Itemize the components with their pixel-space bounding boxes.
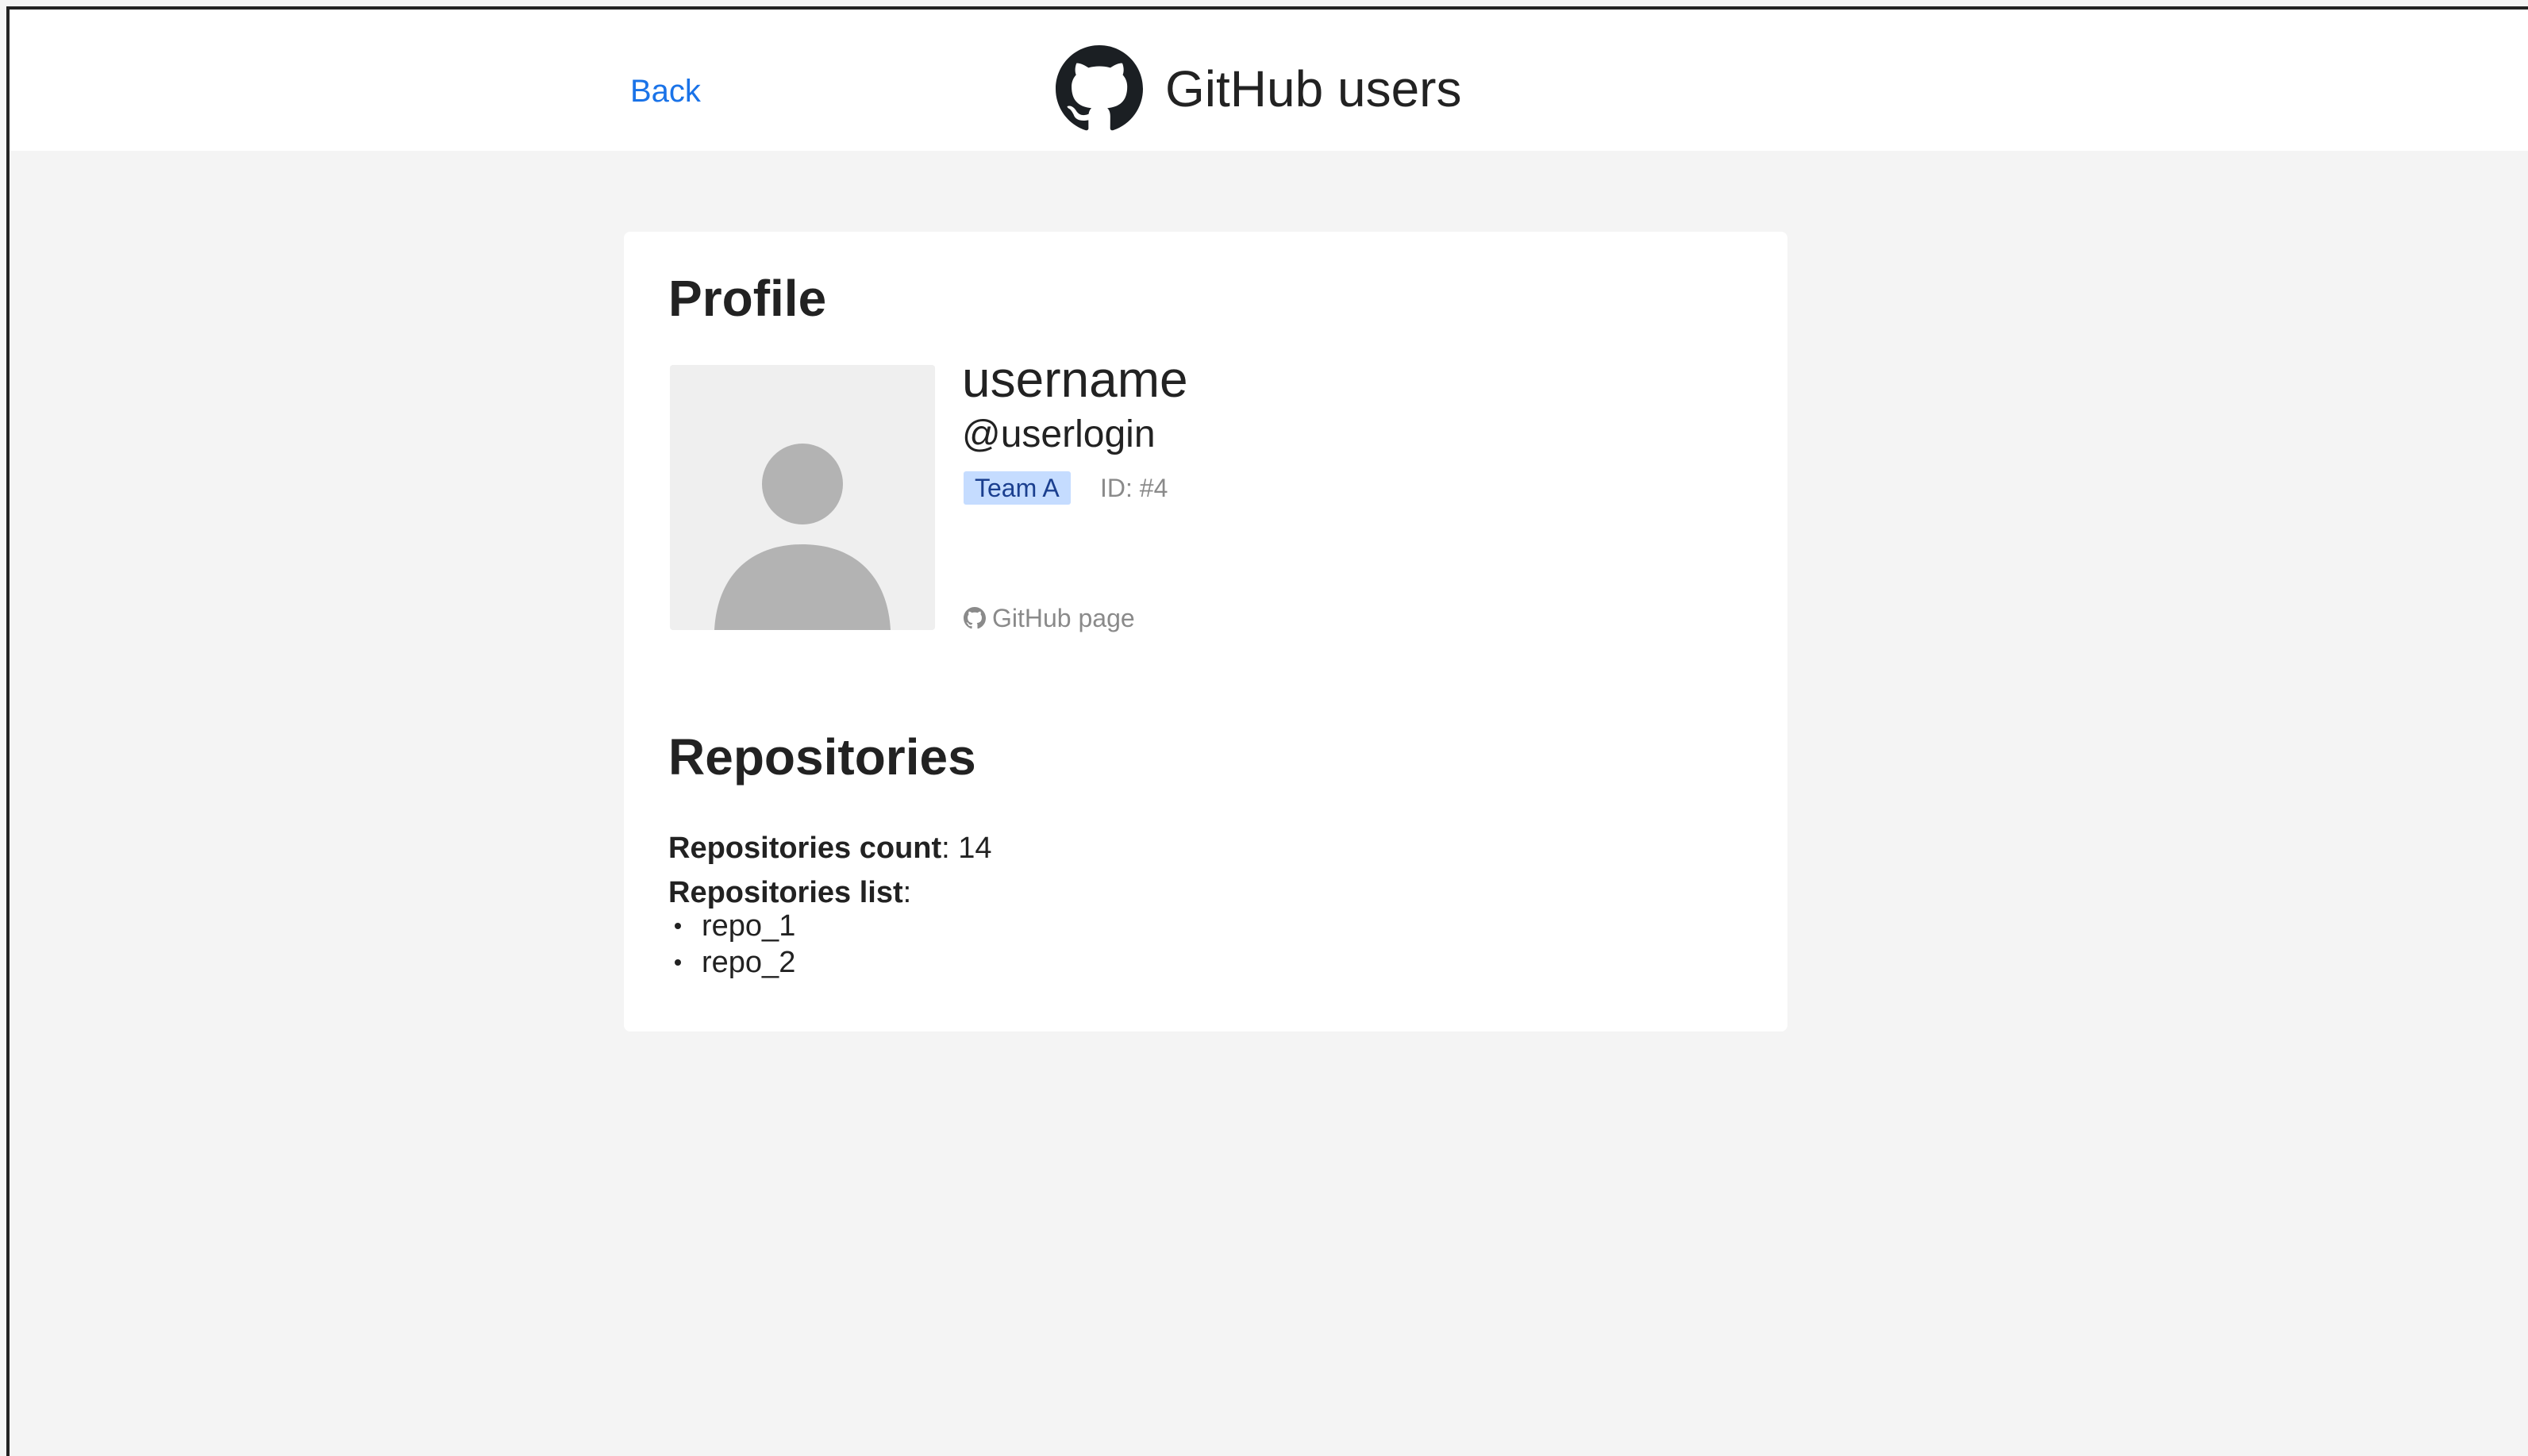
bullet-icon [675, 959, 681, 966]
repositories-count: Repositories count: 14 [668, 832, 992, 865]
bullet-icon [675, 923, 681, 929]
repositories-list-header: Repositories list: [668, 876, 912, 909]
repositories-heading: Repositories [668, 728, 976, 786]
repositories-list-label: Repositories list [668, 876, 903, 909]
github-page-link[interactable]: GitHub page [964, 601, 1135, 635]
user-id: ID: #4 [1100, 474, 1168, 502]
repositories-count-value: 14 [958, 832, 992, 865]
default-user-avatar-icon [670, 365, 935, 630]
list-item: repo_1 [673, 908, 795, 944]
github-octocat-icon [1056, 45, 1143, 133]
brand: GitHub users [1056, 44, 1461, 133]
avatar [670, 365, 935, 630]
app-header: Back GitHub users [10, 10, 2528, 151]
team-badge: Team A [964, 471, 1071, 505]
profile-heading: Profile [668, 270, 827, 327]
user-name: username [962, 351, 1188, 408]
repo-name: repo_1 [702, 909, 796, 943]
profile-card: Profile username @userlogin Team A ID: #… [624, 232, 1787, 1031]
app-title: GitHub users [1165, 60, 1462, 117]
list-item: repo_2 [673, 944, 795, 981]
github-icon [964, 607, 992, 629]
back-link[interactable]: Back [630, 70, 701, 113]
repo-name: repo_2 [702, 946, 796, 979]
user-login: @userlogin [962, 413, 1156, 455]
github-page-label: GitHub page [992, 604, 1135, 632]
repositories-count-label: Repositories count [668, 832, 942, 865]
repositories-list: repo_1 repo_2 [673, 908, 795, 981]
